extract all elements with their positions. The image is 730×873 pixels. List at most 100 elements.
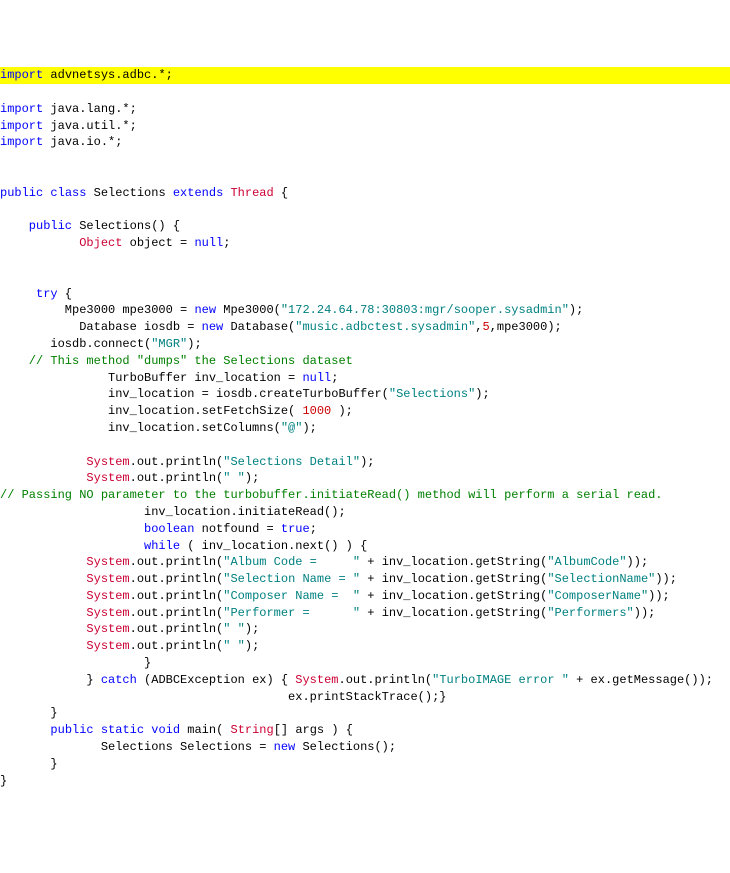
keyword-null: null [302,371,331,385]
code-text: + inv_location.getString( [360,606,547,620]
code-text [0,622,86,636]
package-name: advnetsys.adbc.*; [43,68,173,82]
string-literal: "MGR" [151,337,187,351]
code-text: .out.println( [130,606,224,620]
code-text: .out.println( [130,572,224,586]
semicolon: ; [223,236,230,250]
string-literal: "AlbumCode" [547,555,626,569]
code-text: Selections Selections = [0,740,274,754]
code-text: object = [122,236,194,250]
keyword-extends: extends [166,186,224,200]
type-system: System [86,606,129,620]
string-literal: "SelectionName" [547,572,655,586]
code-text: .out.println( [130,589,224,603]
package-name: java.lang.*; [43,102,137,116]
keyword-import: import [0,135,43,149]
string-literal: "TurboIMAGE error " [432,673,569,687]
code-text: .out.println( [130,455,224,469]
package-name: java.util.*; [43,119,137,133]
brace: } [0,656,151,670]
keyword-null: null [194,236,223,250]
code-text: notfound = [194,522,280,536]
string-literal: " " [223,639,245,653]
string-literal: " " [223,471,245,485]
keyword-public: public [0,186,43,200]
string-literal: " " [223,622,245,636]
code-text: iosdb.connect( [0,337,151,351]
keyword-public: public [0,219,72,233]
code-text: .out.println( [339,673,433,687]
string-literal: "Composer Name = " [223,589,360,603]
code-text: + ex.getMessage()); [569,673,713,687]
brace: } [0,706,58,720]
keyword-boolean: boolean [144,522,194,536]
package-name: java.io.*; [43,135,122,149]
code-text [0,606,86,620]
type-system: System [86,471,129,485]
code-text: ); [360,455,374,469]
code-text [0,471,86,485]
brace: } [0,774,7,788]
keyword-while: while [144,539,180,553]
string-literal: "Selections" [389,387,475,401]
keyword-class: class [43,186,86,200]
type-thread: Thread [223,186,273,200]
code-text: )); [648,589,670,603]
code-text: .out.println( [130,622,224,636]
code-text: + inv_location.getString( [360,572,547,586]
keyword-new: new [274,740,296,754]
code-text: )); [634,606,656,620]
brace: { [166,219,180,233]
code-text: .out.println( [130,639,224,653]
constructor-name: Selections() [72,219,166,233]
code-text: ); [187,337,201,351]
keyword-catch: catch [101,673,137,687]
string-literal: "172.24.64.78:30803:mgr/sooper.sysadmin" [281,303,569,317]
code-text: ); [302,421,316,435]
code-text: ); [245,639,259,653]
code-text: inv_location.setColumns( [0,421,281,435]
string-literal: "Selections Detail" [223,455,360,469]
type-system: System [86,455,129,469]
type-system: System [86,572,129,586]
code-text: ex.printStackTrace();} [0,690,446,704]
code-text: , [475,320,482,334]
code-text: Selections(); [295,740,396,754]
code-text: )); [655,572,677,586]
semicolon: ; [310,522,317,536]
code-text [0,572,86,586]
code-text: [] args ) { [274,723,353,737]
string-literal: "@" [281,421,303,435]
keyword-static: static [94,723,144,737]
code-text: } [0,673,101,687]
keyword-new: new [194,303,216,317]
semicolon: ; [331,371,338,385]
class-name: Selections [86,186,165,200]
string-literal: "music.adbctest.sysadmin" [295,320,475,334]
type-object: Object [0,236,122,250]
brace: } [0,757,58,771]
code-text [0,555,86,569]
code-text: ); [569,303,583,317]
type-system: System [295,673,338,687]
code-text: inv_location.initiateRead(); [0,505,346,519]
code-text: ); [475,387,489,401]
code-text: ( inv_location.next() ) { [180,539,367,553]
keyword-import: import [0,68,43,82]
number-literal: 1000 [302,404,331,418]
keyword-try: try [0,287,58,301]
number-literal: 5 [483,320,490,334]
keyword-void: void [144,723,180,737]
code-text: inv_location.setFetchSize( [0,404,302,418]
code-text [0,723,50,737]
method-name: main( [180,723,230,737]
code-text: ); [245,471,259,485]
keyword-public: public [50,723,93,737]
code-text: ); [331,404,353,418]
code-text: ); [245,622,259,636]
brace: { [58,287,72,301]
code-text: inv_location = iosdb.createTurboBuffer( [0,387,389,401]
code-text: Database( [223,320,295,334]
type-system: System [86,555,129,569]
type-system: System [86,622,129,636]
